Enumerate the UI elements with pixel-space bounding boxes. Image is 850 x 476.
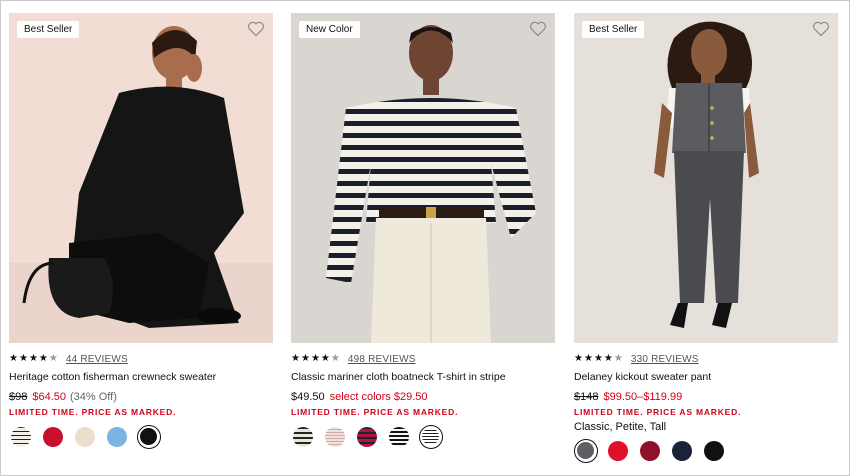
star-half-icon: ★ <box>613 353 623 364</box>
swatch-black-white-stripe-2[interactable] <box>419 425 443 449</box>
swatch-light-blue[interactable] <box>105 425 129 449</box>
star-rating: ★ ★ ★ ★ ★ <box>9 354 58 364</box>
product-name[interactable]: Delaney kickout sweater pant <box>574 371 838 383</box>
swatch-charcoal[interactable] <box>574 439 598 463</box>
original-price: $98 <box>9 391 28 403</box>
star-icon: ★ <box>603 353 613 364</box>
swatch-red-navy-stripe[interactable] <box>355 425 379 449</box>
star-icon: ★ <box>593 353 603 364</box>
swatch-navy-cream-stripe[interactable] <box>291 425 315 449</box>
swatch-red[interactable] <box>606 439 630 463</box>
discount-percent: (34% Off) <box>70 391 117 403</box>
rating-row: ★ ★ ★ ★ ★ 330 REVIEWS <box>574 353 838 365</box>
limited-time-note: LIMITED TIME. PRICE AS MARKED. <box>9 407 177 417</box>
badge-new-color: New Color <box>299 21 360 38</box>
star-icon: ★ <box>583 353 593 364</box>
star-icon: ★ <box>310 353 320 364</box>
price-row: $49.50 select colors $29.50 <box>291 391 555 403</box>
swatch-burgundy[interactable] <box>638 439 662 463</box>
star-rating: ★ ★ ★ ★ ★ <box>291 354 340 364</box>
heart-outline-icon[interactable] <box>529 21 547 37</box>
star-icon: ★ <box>291 353 300 364</box>
price-row: $98 $64.50 (34% Off) <box>9 391 273 403</box>
product-card-heritage-sweater[interactable]: Best Seller ★ ★ ★ ★ ★ 44 REVIEWS Heritag… <box>9 13 273 449</box>
star-icon: ★ <box>320 353 330 364</box>
star-half-icon: ★ <box>48 353 58 364</box>
star-icon: ★ <box>28 353 38 364</box>
product-name[interactable]: Classic mariner cloth boatneck T-shirt i… <box>291 371 555 383</box>
rating-row: ★ ★ ★ ★ ★ 498 REVIEWS <box>291 353 555 365</box>
badge-best-seller: Best Seller <box>582 21 645 38</box>
badge-best-seller: Best Seller <box>17 21 80 38</box>
swatch-black[interactable] <box>137 425 161 449</box>
heart-outline-icon[interactable] <box>247 21 265 37</box>
color-swatches <box>9 425 273 449</box>
star-icon: ★ <box>9 353 18 364</box>
select-colors-price: select colors $29.50 <box>329 391 428 403</box>
product-image[interactable]: New Color <box>291 13 555 343</box>
model-photo-sweater <box>9 13 273 343</box>
size-options: Classic, Petite, Tall <box>574 421 667 433</box>
reviews-link[interactable]: 498 REVIEWS <box>348 354 416 365</box>
reviews-link[interactable]: 330 REVIEWS <box>631 354 699 365</box>
reviews-link[interactable]: 44 REVIEWS <box>66 354 128 365</box>
star-icon: ★ <box>18 353 28 364</box>
model-photo-sweater-pant <box>574 13 838 343</box>
product-name[interactable]: Heritage cotton fisherman crewneck sweat… <box>9 371 273 383</box>
limited-time-note: LIMITED TIME. PRICE AS MARKED. <box>291 407 459 417</box>
product-image[interactable]: Best Seller <box>574 13 838 343</box>
swatch-red[interactable] <box>41 425 65 449</box>
product-card-delaney-pant[interactable]: Best Seller ★ ★ ★ ★ ★ 330 REVIEWS Delane… <box>574 13 838 463</box>
product-image[interactable]: Best Seller <box>9 13 273 343</box>
swatch-natural[interactable] <box>73 425 97 449</box>
rating-row: ★ ★ ★ ★ ★ 44 REVIEWS <box>9 353 273 365</box>
star-icon: ★ <box>574 353 583 364</box>
swatch-black[interactable] <box>702 439 726 463</box>
star-half-icon: ★ <box>330 353 340 364</box>
original-price: $148 <box>574 391 599 403</box>
swatch-cream-stripe[interactable] <box>9 425 33 449</box>
model-photo-stripe-tee <box>291 13 555 343</box>
star-icon: ★ <box>38 353 48 364</box>
swatch-pink-stripe[interactable] <box>323 425 347 449</box>
sale-price-range: $99.50–$119.99 <box>603 391 683 403</box>
swatch-navy[interactable] <box>670 439 694 463</box>
regular-price: $49.50 <box>291 391 325 403</box>
limited-time-note: LIMITED TIME. PRICE AS MARKED. <box>574 407 742 417</box>
product-card-mariner-tee[interactable]: New Color ★ ★ ★ ★ ★ 498 REVIEWS Classic … <box>291 13 555 449</box>
color-swatches <box>291 425 555 449</box>
swatch-black-white-stripe[interactable] <box>387 425 411 449</box>
sale-price: $64.50 <box>32 391 67 403</box>
color-swatches <box>574 439 838 463</box>
price-row: $148 $99.50–$119.99 <box>574 391 838 403</box>
star-icon: ★ <box>300 353 310 364</box>
heart-outline-icon[interactable] <box>812 21 830 37</box>
star-rating: ★ ★ ★ ★ ★ <box>574 354 623 364</box>
